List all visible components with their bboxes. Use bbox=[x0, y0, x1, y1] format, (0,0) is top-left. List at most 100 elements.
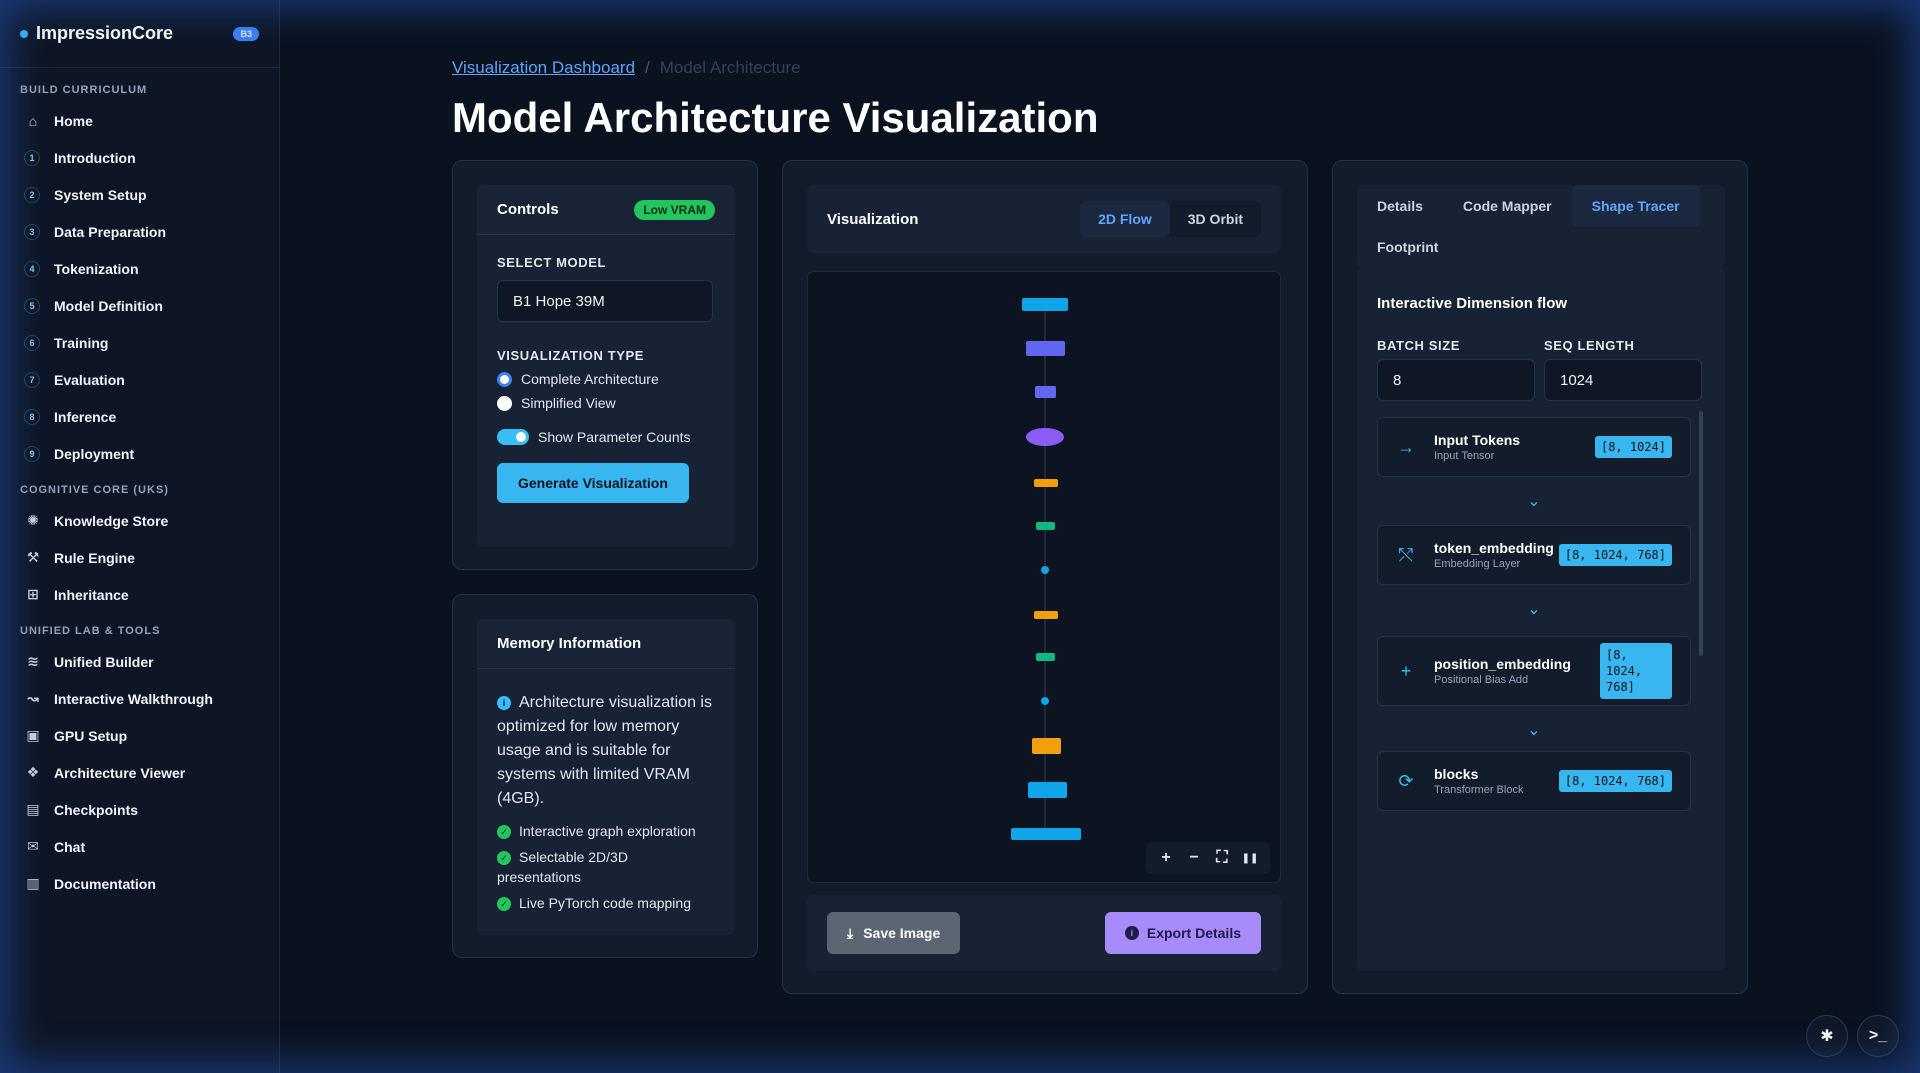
tab-shape-tracer[interactable]: Shape Tracer bbox=[1571, 185, 1700, 227]
sidebar-item-deployment[interactable]: 9 Deployment bbox=[20, 435, 259, 472]
sitemap-icon: ⊞ bbox=[27, 586, 39, 602]
batch-size-input[interactable]: 8 bbox=[1377, 359, 1535, 401]
graph-node-add[interactable] bbox=[1041, 566, 1049, 574]
architecture-graph[interactable] bbox=[808, 272, 1282, 884]
sidebar-item-label: Chat bbox=[54, 838, 86, 855]
sidebar-item-evaluation[interactable]: 7 Evaluation bbox=[20, 361, 259, 398]
flow-node[interactable]: → Input Tokens Input Tensor [8, 1024] bbox=[1377, 417, 1691, 477]
right-tabs: Details Code Mapper Shape Tracer Footpri… bbox=[1357, 185, 1725, 267]
save-image-label: Save Image bbox=[863, 925, 941, 941]
sidebar-item-model-definition[interactable]: 5 Model Definition bbox=[20, 287, 259, 324]
graph-node-norm[interactable] bbox=[1034, 611, 1058, 619]
sidebar-item-inference[interactable]: 8 Inference bbox=[20, 398, 259, 435]
sidebar-item-architecture-viewer[interactable]: ❖ Architecture Viewer bbox=[20, 754, 259, 791]
sidebar-item-home[interactable]: ⌂ Home bbox=[20, 102, 259, 139]
tab-footprint[interactable]: Footprint bbox=[1357, 227, 1458, 267]
graph-node-final-norm[interactable] bbox=[1032, 738, 1061, 754]
bug-icon: ✱ bbox=[1820, 1028, 1834, 1045]
save-image-button[interactable]: ⤓ Save Image bbox=[827, 912, 961, 954]
graph-node-position[interactable] bbox=[1035, 386, 1056, 398]
seq-length-label: SEQ LENGTH bbox=[1544, 338, 1635, 353]
zoom-out-icon[interactable]: − bbox=[1182, 848, 1206, 868]
sidebar-item-checkpoints[interactable]: ▤ Checkpoints bbox=[20, 791, 259, 828]
zoom-controls: + − ⛶ ❚❚ bbox=[1146, 842, 1270, 874]
sidebar-item-inheritance[interactable]: ⊞ Inheritance bbox=[20, 576, 259, 613]
flow-node-subtitle: Positional Bias Add bbox=[1434, 674, 1529, 686]
breadcrumb-link[interactable]: Visualization Dashboard bbox=[452, 58, 635, 78]
graph-node-ffn[interactable] bbox=[1036, 522, 1055, 530]
radio-complete-architecture[interactable]: Complete Architecture bbox=[497, 371, 715, 387]
feature-label: Live PyTorch code mapping bbox=[519, 895, 691, 911]
sidebar-item-chat[interactable]: ✉ Chat bbox=[20, 828, 259, 865]
step-number: 5 bbox=[24, 297, 40, 314]
sidebar-item-interactive-walkthrough[interactable]: ↝ Interactive Walkthrough bbox=[20, 680, 259, 717]
generate-visualization-button[interactable]: Generate Visualization bbox=[497, 463, 689, 503]
sidebar-item-unified-builder[interactable]: ≋ Unified Builder bbox=[20, 643, 259, 680]
graph-node-output[interactable] bbox=[1011, 828, 1081, 840]
graph-node-embedding[interactable] bbox=[1026, 341, 1065, 356]
check-circle-icon: ✓ bbox=[497, 825, 511, 840]
cubes-icon: ❖ bbox=[26, 764, 40, 780]
graph-node-ffn[interactable] bbox=[1036, 653, 1055, 661]
download-icon: ⤓ bbox=[847, 924, 854, 941]
sidebar-item-system-setup[interactable]: 2 System Setup bbox=[20, 176, 259, 213]
flow-node-text: token_embedding Embedding Layer bbox=[1434, 540, 1554, 570]
brand-badge: B3 bbox=[233, 26, 259, 41]
scrollbar[interactable] bbox=[1699, 411, 1703, 656]
route-icon: ↝ bbox=[27, 690, 39, 706]
check-circle-icon: ✓ bbox=[497, 851, 511, 866]
sidebar-item-documentation[interactable]: ▥ Documentation bbox=[20, 865, 259, 902]
tab-code-mapper[interactable]: Code Mapper bbox=[1443, 185, 1572, 227]
sidebar-item-knowledge-store[interactable]: ✺ Knowledge Store bbox=[20, 502, 259, 539]
feature-label: Selectable 2D/3D presentations bbox=[497, 849, 628, 885]
step-number: 9 bbox=[24, 445, 40, 462]
fullscreen-icon[interactable]: ⛶ bbox=[1210, 848, 1234, 868]
sidebar-item-label: Home bbox=[54, 112, 93, 129]
sidebar-item-label: Data Preparation bbox=[54, 223, 167, 240]
sidebar-item-training[interactable]: 6 Training bbox=[20, 324, 259, 361]
flow-node[interactable]: ⤲ token_embedding Embedding Layer [8, 1024,… bbox=[1377, 525, 1691, 585]
pause-icon[interactable]: ❚❚ bbox=[1238, 848, 1262, 868]
breadcrumb: Visualization Dashboard / Model Architec… bbox=[452, 58, 801, 78]
gavel-icon: ⚒ bbox=[26, 549, 40, 565]
step-number: 2 bbox=[24, 186, 40, 203]
flow-node[interactable]: ⟳ blocks Transformer Block [8, 1024, 768] bbox=[1377, 751, 1691, 811]
tab-3d-orbit[interactable]: 3D Orbit bbox=[1170, 201, 1261, 237]
brand[interactable]: ImpressionCore B3 bbox=[0, 0, 279, 68]
export-details-button[interactable]: i Export Details bbox=[1104, 912, 1261, 954]
seq-length-input[interactable]: 1024 bbox=[1544, 359, 1702, 401]
sidebar-item-data-preparation[interactable]: 3 Data Preparation bbox=[20, 213, 259, 250]
select-model-label: SELECT MODEL bbox=[497, 255, 607, 270]
viz-type-label: VISUALIZATION TYPE bbox=[497, 348, 645, 363]
zoom-in-icon[interactable]: + bbox=[1154, 848, 1178, 868]
model-select[interactable]: B1 Hope 39M bbox=[497, 280, 713, 322]
feature-item: ✓ Selectable 2D/3D presentations bbox=[497, 847, 715, 887]
terminal-button[interactable]: >_ bbox=[1857, 1015, 1899, 1057]
flow-node[interactable]: + position_embedding Positional Bias Add [8… bbox=[1377, 636, 1691, 706]
chip-icon: ▣ bbox=[26, 727, 40, 743]
terminal-icon: >_ bbox=[1868, 1027, 1888, 1044]
sidebar-item-label: Introduction bbox=[54, 149, 136, 166]
visualization-header: Visualization 2D Flow 3D Orbit bbox=[807, 185, 1281, 253]
visualization-canvas[interactable]: + − ⛶ ❚❚ bbox=[807, 271, 1281, 883]
radio-simplified-view[interactable]: Simplified View bbox=[497, 395, 715, 411]
toggle-switch[interactable] bbox=[497, 429, 529, 445]
brand-dot-icon bbox=[20, 29, 28, 38]
graph-node-add[interactable] bbox=[1041, 697, 1049, 705]
nav-section-heading: UNIFIED LAB & TOOLS bbox=[20, 625, 161, 637]
sidebar-item-rule-engine[interactable]: ⚒ Rule Engine bbox=[20, 539, 259, 576]
graph-node-attention[interactable] bbox=[1026, 428, 1064, 446]
graph-node-norm[interactable] bbox=[1034, 479, 1058, 487]
sidebar-item-tokenization[interactable]: 4 Tokenization bbox=[20, 250, 259, 287]
graph-node-input[interactable] bbox=[1022, 298, 1068, 311]
graph-node-lm-head[interactable] bbox=[1028, 782, 1067, 798]
tab-2d-flow[interactable]: 2D Flow bbox=[1080, 201, 1170, 237]
tab-details[interactable]: Details bbox=[1357, 185, 1443, 227]
sidebar-item-gpu-setup[interactable]: ▣ GPU Setup bbox=[20, 717, 259, 754]
nav-section-heading: BUILD CURRICULUM bbox=[20, 84, 148, 96]
sidebar-item-introduction[interactable]: 1 Introduction bbox=[20, 139, 259, 176]
show-param-counts-toggle[interactable]: Show Parameter Counts bbox=[497, 429, 715, 445]
bug-report-button[interactable]: ✱ bbox=[1806, 1015, 1848, 1057]
sidebar-nav: BUILD CURRICULUM ⌂ Home 1 Introduction 2 Syste… bbox=[0, 84, 279, 902]
batch-size-label: BATCH SIZE bbox=[1377, 338, 1461, 353]
